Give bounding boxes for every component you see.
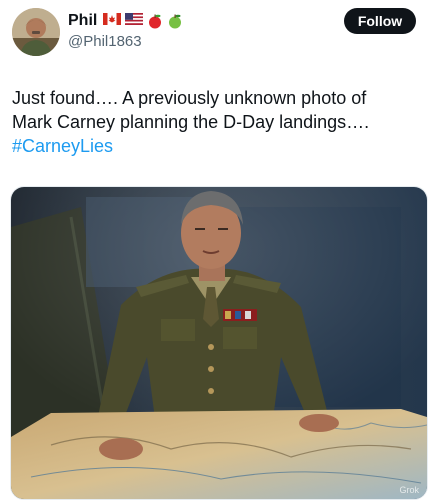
red-apple-icon <box>149 14 162 29</box>
tweet-text-line-1: Just found…. A previously unknown photo … <box>12 88 367 108</box>
ai-photo-general-over-map <box>11 187 427 499</box>
avatar-photo <box>12 8 60 56</box>
author-display-name[interactable]: Phil <box>68 12 97 30</box>
follow-button[interactable]: Follow <box>344 8 416 34</box>
avatar[interactable] <box>12 8 60 56</box>
tweet-text: Just found…. A previously unknown photo … <box>12 86 424 158</box>
tweet-text-line-2: Mark Carney planning the D-Day landings…… <box>12 112 370 132</box>
author-handle[interactable]: @Phil1863 <box>68 33 142 50</box>
green-apple-icon <box>169 14 182 29</box>
grok-watermark: Grok <box>399 485 419 495</box>
tweet-media-image[interactable]: Grok <box>10 186 428 500</box>
author-badges <box>103 13 183 29</box>
author-name-row: Phil <box>68 12 183 30</box>
flag-canada-icon <box>103 13 122 25</box>
flag-usa-icon <box>125 13 144 25</box>
hashtag-link[interactable]: #CarneyLies <box>12 136 113 156</box>
